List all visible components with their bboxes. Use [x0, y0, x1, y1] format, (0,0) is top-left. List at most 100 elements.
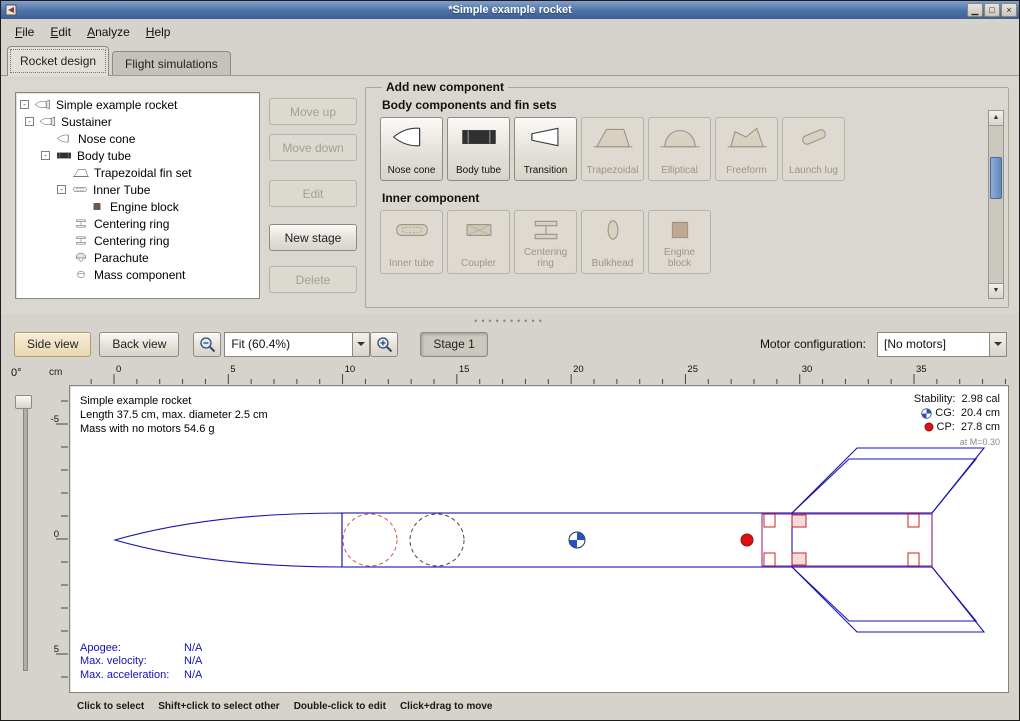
tree-item-parachute[interactable]: Parachute — [18, 249, 257, 266]
scroll-down-icon[interactable]: ▼ — [989, 283, 1003, 298]
side-view-button[interactable]: Side view — [14, 332, 91, 357]
svg-text:0: 0 — [54, 529, 59, 540]
tree-item-centering-ring[interactable]: Centering ring — [18, 232, 257, 249]
tree-item-engine-block[interactable]: Engine block — [18, 198, 257, 215]
move-up-button: Move up — [269, 98, 357, 125]
component-button-label: Trapezoidal — [585, 166, 641, 177]
innertube-glyph — [71, 184, 89, 195]
centering-ring-mark[interactable] — [764, 514, 775, 527]
minimize-button[interactable]: ▁ — [967, 3, 983, 17]
fin-outline[interactable] — [792, 567, 984, 632]
menu-help[interactable]: Help — [138, 21, 179, 43]
fin-trapezoidal-glyph — [591, 124, 635, 150]
innertube-icon — [390, 216, 434, 243]
engineblock-icon — [658, 216, 702, 243]
centeringring-glyph — [72, 218, 90, 229]
tree-item-body-tube[interactable]: -Body tube — [18, 147, 257, 164]
mass-component-outline[interactable] — [410, 514, 464, 566]
motor-configuration-value: [No motors] — [878, 337, 989, 351]
body-tube-button[interactable]: Body tube — [447, 117, 510, 181]
tree-expander-icon[interactable]: - — [25, 117, 34, 126]
stability-info: Stability:2.98 cal CG:20.4 cm CP:27.8 cm… — [914, 392, 1000, 449]
delete-button: Delete — [269, 266, 357, 293]
centering-ring-mark[interactable] — [908, 514, 919, 527]
launchlug-icon — [792, 123, 836, 150]
cg-value: 20.4 cm — [961, 406, 1000, 420]
back-view-button[interactable]: Back view — [99, 332, 179, 357]
tree-item-mass-component[interactable]: Mass component — [18, 266, 257, 283]
tree-item-trapezoidal-fin-set[interactable]: Trapezoidal fin set — [18, 164, 257, 181]
window-title: *Simple example rocket — [1, 4, 1019, 16]
stage-1-toggle[interactable]: Stage 1 — [420, 332, 487, 357]
close-button[interactable]: × — [1001, 3, 1017, 17]
nosecone-glyph — [390, 124, 434, 150]
tree-item-nose-cone[interactable]: Nose cone — [18, 130, 257, 147]
mass-icon — [70, 269, 92, 280]
zoom-in-button[interactable] — [370, 332, 398, 357]
scroll-up-icon[interactable]: ▲ — [989, 111, 1003, 126]
component-button-label: Coupler — [459, 259, 498, 270]
engine-block-mark[interactable] — [792, 553, 806, 565]
splitter-grip[interactable]: •••••••••• — [474, 318, 546, 324]
rocket-design-pane: -Simple example rocket-SustainerNose con… — [1, 75, 1019, 314]
component-scrollbar[interactable]: ▲ ▼ — [988, 110, 1004, 299]
engine-block-button: Engine block — [648, 210, 711, 274]
stability-label: Stability: — [914, 392, 956, 406]
zoom-out-button[interactable] — [193, 332, 221, 357]
app-icon[interactable] — [4, 3, 18, 17]
titlebar[interactable]: *Simple example rocket ▁□× — [1, 1, 1019, 19]
bulkhead-icon — [591, 216, 635, 243]
flight-value: N/A — [184, 642, 202, 654]
svg-text:10: 10 — [345, 364, 356, 375]
maximize-button[interactable]: □ — [984, 3, 1000, 17]
inner-tube-outline[interactable] — [762, 514, 932, 566]
body-tube-outline[interactable] — [342, 513, 932, 567]
fin-freeform-icon — [725, 123, 769, 150]
motor-configuration-select[interactable]: [No motors] — [877, 332, 1007, 357]
cp-value: 27.8 cm — [961, 420, 1000, 434]
chevron-down-icon[interactable] — [352, 333, 369, 356]
cp-label: CP: — [937, 420, 955, 434]
menu-edit[interactable]: Edit — [42, 21, 79, 43]
rocket-canvas[interactable]: Simple example rocket Length 37.5 cm, ma… — [69, 385, 1009, 693]
tree-item-label: Engine block — [110, 200, 179, 214]
tree-expander-icon[interactable]: - — [57, 185, 66, 194]
rotation-slider-handle[interactable] — [15, 395, 32, 409]
tree-item-sustainer[interactable]: -Sustainer — [18, 113, 257, 130]
centering-ring-button: Centering ring — [514, 210, 577, 274]
cp-icon — [924, 422, 934, 432]
tree-expander-icon[interactable]: - — [41, 151, 50, 160]
tab-rocket-design[interactable]: Rocket design — [7, 46, 109, 76]
nose-cone-outline[interactable] — [115, 513, 342, 567]
tab-flight-simulations[interactable]: Flight simulations — [112, 51, 231, 76]
fin-trapezoidal-icon — [70, 167, 92, 178]
nose-cone-button[interactable]: Nose cone — [380, 117, 443, 181]
tree-expander-icon[interactable]: - — [20, 100, 29, 109]
menu-file[interactable]: File — [7, 21, 42, 43]
tree-item-label: Trapezoidal fin set — [94, 166, 192, 180]
tree-action-buttons: Move upMove downEditNew stageDelete — [269, 98, 357, 293]
centering-ring-mark[interactable] — [764, 553, 775, 566]
centering-ring-mark[interactable] — [908, 553, 919, 566]
transition-button[interactable]: Transition — [514, 117, 577, 181]
tree-item-simple-example-rocket[interactable]: -Simple example rocket — [18, 96, 257, 113]
tree-item-inner-tube[interactable]: -Inner Tube — [18, 181, 257, 198]
engine-block-mark[interactable] — [792, 515, 806, 527]
zoom-value: Fit (60.4%) — [225, 337, 352, 351]
tree-item-centering-ring[interactable]: Centering ring — [18, 215, 257, 232]
ruler-unit-label: cm — [49, 367, 62, 378]
trapezoidal-button: Trapezoidal — [581, 117, 644, 181]
menu-analyze[interactable]: Analyze — [79, 21, 138, 43]
transition-icon — [524, 123, 568, 150]
zoom-select[interactable]: Fit (60.4%) — [224, 332, 370, 357]
fin-outline[interactable] — [792, 448, 984, 513]
bodytube-icon — [457, 123, 501, 150]
new-stage-button[interactable]: New stage — [269, 224, 357, 251]
scrollbar-thumb[interactable] — [990, 157, 1002, 199]
component-tree[interactable]: -Simple example rocket-SustainerNose con… — [15, 92, 260, 299]
mach-label: at M=0.30 — [960, 435, 1000, 449]
parachute-outline[interactable] — [343, 514, 397, 566]
rotation-slider-track[interactable] — [23, 399, 28, 671]
chevron-down-icon[interactable] — [989, 333, 1006, 356]
pane-splitter[interactable]: •••••••••• — [1, 314, 1019, 327]
